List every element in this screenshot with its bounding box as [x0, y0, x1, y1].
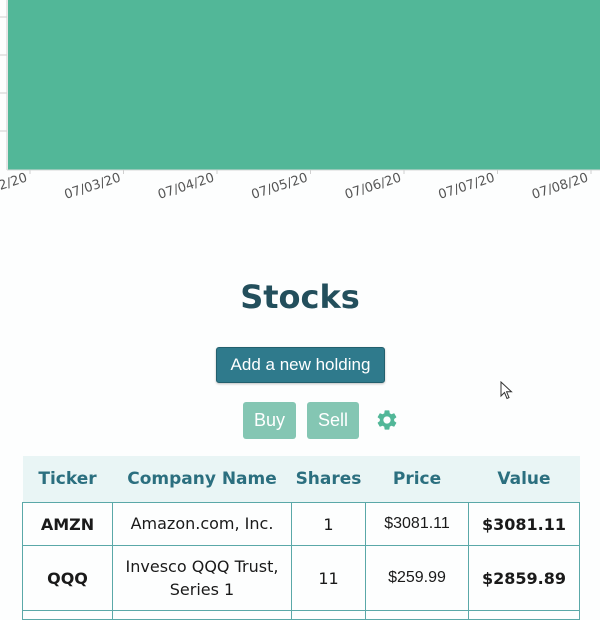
x-tick-label: /2/20: [0, 171, 29, 196]
shares-cell: 1: [291, 502, 366, 546]
x-tick-label: 07/06/20: [343, 171, 403, 203]
column-header-value[interactable]: Value: [468, 456, 580, 503]
company-cell: Amazon.com, Inc.: [112, 502, 292, 546]
value-cell: $2859.89: [468, 545, 580, 611]
x-axis-ticks: /2/20 07/03/20 07/04/20 07/05/20 07/06/20 07/…: [0, 170, 592, 203]
sell-button[interactable]: Sell: [307, 402, 359, 439]
x-tick-label: 07/03/20: [63, 171, 123, 203]
column-header-price[interactable]: Price: [365, 456, 469, 503]
price-cell: $259.99: [365, 545, 469, 611]
ticker-cell: AMZN: [22, 502, 113, 546]
company-name-line: Invesco QQQ Trust,: [125, 556, 279, 576]
column-header-company[interactable]: Company Name: [112, 456, 292, 503]
x-tick-label: 07/05/20: [250, 171, 310, 203]
table-row[interactable]: AMZN Amazon.com, Inc. 1 $3081.11 $3081.1…: [22, 502, 580, 546]
company-cell: Invesco QQQ Trust, Series 1: [112, 545, 292, 611]
column-header-ticker[interactable]: Ticker: [22, 456, 113, 503]
ticker-cell: QQQ: [22, 545, 113, 611]
shares-cell: 11: [291, 545, 366, 611]
x-tick-label: 07/04/20: [156, 171, 216, 203]
value-cell: $3081.11: [468, 502, 580, 546]
x-tick-label: 07/08/20: [530, 171, 590, 203]
company-name-line: Series 1: [169, 580, 235, 599]
gear-icon[interactable]: [375, 408, 399, 432]
holdings-chart: /2/20 07/03/20 07/04/20 07/05/20 07/06/20 07/…: [0, 0, 600, 230]
buy-button[interactable]: Buy: [243, 402, 296, 439]
value-area: [8, 0, 600, 170]
table-row-partial: [22, 610, 580, 620]
stocks-title: Stocks: [240, 278, 360, 316]
add-holding-button[interactable]: Add a new holding: [216, 347, 385, 383]
price-cell: $3081.11: [365, 502, 469, 546]
table-row[interactable]: QQQ Invesco QQQ Trust, Series 1 11 $259.…: [22, 545, 580, 611]
x-tick-label: 07/07/20: [437, 171, 497, 203]
holdings-table: Ticker Company Name Shares Price Value A…: [22, 456, 580, 620]
mouse-pointer-icon: [500, 381, 513, 400]
chart-svg: /2/20 07/03/20 07/04/20 07/05/20 07/06/20 07/…: [0, 0, 600, 203]
table-header-row: Ticker Company Name Shares Price Value: [22, 456, 580, 503]
column-header-shares[interactable]: Shares: [291, 456, 366, 503]
